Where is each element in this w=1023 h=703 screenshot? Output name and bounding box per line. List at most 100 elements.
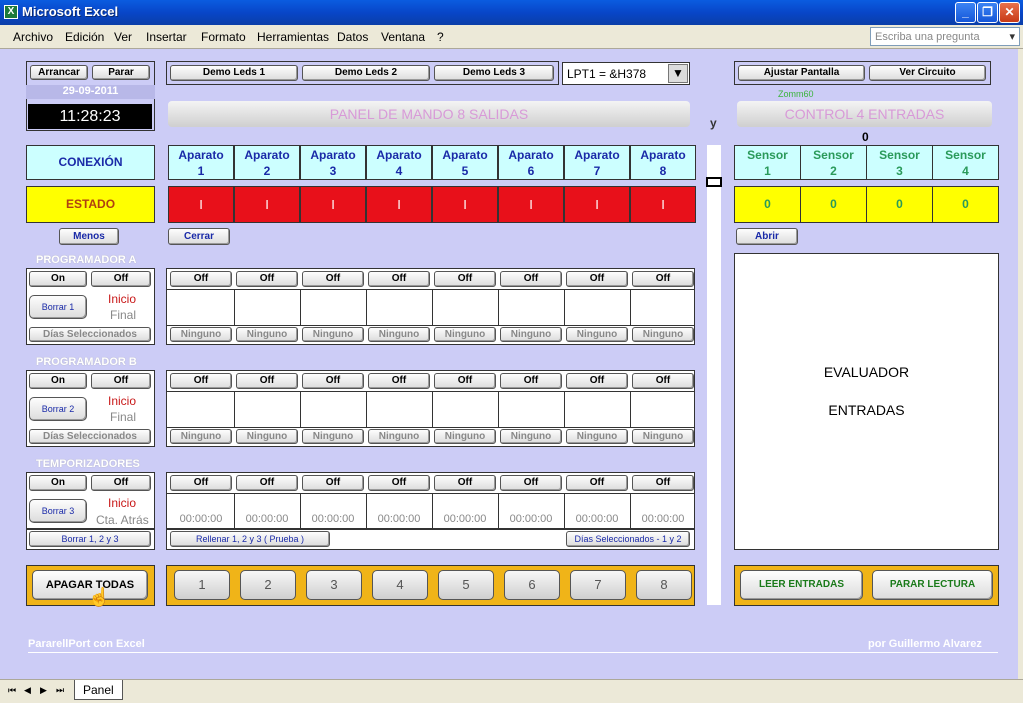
- prog_b-off-7[interactable]: Off: [566, 373, 628, 389]
- temp-off-5[interactable]: Off: [434, 475, 496, 491]
- last-sheet-icon[interactable]: ⏭: [56, 685, 64, 696]
- output-button-8[interactable]: 8: [636, 570, 692, 600]
- menu-datos[interactable]: Datos: [337, 30, 368, 44]
- prog_a-off-6[interactable]: Off: [500, 271, 562, 287]
- prog_b-off-3[interactable]: Off: [302, 373, 364, 389]
- aparato-header[interactable]: Aparato 7: [564, 145, 630, 180]
- dias-1y2-button[interactable]: Días Seleccionados - 1 y 2: [566, 531, 690, 547]
- prog_a-off-5[interactable]: Off: [434, 271, 496, 287]
- aparato-header[interactable]: Aparato 2: [234, 145, 300, 180]
- prog_b-off-8[interactable]: Off: [632, 373, 694, 389]
- prog_a-off-2[interactable]: Off: [236, 271, 298, 287]
- prev-sheet-icon[interactable]: ◀: [24, 685, 31, 696]
- demo-leds-1-button[interactable]: Demo Leds 1: [170, 65, 298, 81]
- prog_a-off-8[interactable]: Off: [632, 271, 694, 287]
- menu-ver[interactable]: Ver: [114, 30, 132, 44]
- prog_a-dias-button[interactable]: Días Seleccionados: [29, 327, 151, 342]
- aparato-state[interactable]: I: [300, 186, 366, 223]
- parar-lectura-button[interactable]: PARAR LECTURA: [872, 570, 993, 600]
- prog_a-borrar-button[interactable]: Borrar 1: [29, 295, 87, 319]
- prog_a-ninguno-3[interactable]: Ninguno: [302, 327, 364, 342]
- temp-off-2[interactable]: Off: [236, 475, 298, 491]
- prog_a-off-7[interactable]: Off: [566, 271, 628, 287]
- arrancar-button[interactable]: Arrancar: [30, 65, 88, 80]
- menu-help[interactable]: ?: [437, 30, 444, 44]
- ver-circuito-button[interactable]: Ver Circuito: [869, 65, 986, 81]
- prog_b-borrar-button[interactable]: Borrar 2: [29, 397, 87, 421]
- rellenar-button[interactable]: Rellenar 1, 2 y 3 ( Prueba ): [170, 531, 330, 547]
- prog_b-ninguno-4[interactable]: Ninguno: [368, 429, 430, 444]
- prog_b-ninguno-5[interactable]: Ninguno: [434, 429, 496, 444]
- prog_b-off-6[interactable]: Off: [500, 373, 562, 389]
- aparato-state[interactable]: I: [432, 186, 498, 223]
- temp-off-4[interactable]: Off: [368, 475, 430, 491]
- menu-formato[interactable]: Formato: [201, 30, 246, 44]
- temp-on-button[interactable]: On: [29, 475, 87, 491]
- aparato-state[interactable]: I: [366, 186, 432, 223]
- prog_b-off-5[interactable]: Off: [434, 373, 496, 389]
- output-button-1[interactable]: 1: [174, 570, 230, 600]
- menos-button[interactable]: Menos: [59, 228, 119, 245]
- prog_b-ninguno-7[interactable]: Ninguno: [566, 429, 628, 444]
- aparato-header[interactable]: Aparato 3: [300, 145, 366, 180]
- prog_a-ninguno-8[interactable]: Ninguno: [632, 327, 694, 342]
- prog_a-ninguno-2[interactable]: Ninguno: [236, 327, 298, 342]
- restore-button[interactable]: ❐: [977, 2, 998, 23]
- prog_a-off-3[interactable]: Off: [302, 271, 364, 287]
- prog_b-off-2[interactable]: Off: [236, 373, 298, 389]
- parar-button[interactable]: Parar: [92, 65, 150, 80]
- temp-borrar-button[interactable]: Borrar 3: [29, 499, 87, 523]
- prog_a-off-4[interactable]: Off: [368, 271, 430, 287]
- prog_b-ninguno-6[interactable]: Ninguno: [500, 429, 562, 444]
- first-sheet-icon[interactable]: ⏮: [8, 685, 16, 696]
- menu-edicion[interactable]: Edición: [65, 30, 104, 44]
- port-select[interactable]: LPT1 = &H378 ▼: [562, 62, 690, 85]
- close-button[interactable]: ✕: [999, 2, 1020, 23]
- aparato-state[interactable]: I: [234, 186, 300, 223]
- aparato-header[interactable]: Aparato 6: [498, 145, 564, 180]
- dropdown-arrow-icon[interactable]: ▼: [668, 64, 688, 83]
- menu-insertar[interactable]: Insertar: [146, 30, 187, 44]
- aparato-header[interactable]: Aparato 5: [432, 145, 498, 180]
- aparato-state[interactable]: I: [630, 186, 696, 223]
- prog_a-ninguno-4[interactable]: Ninguno: [368, 327, 430, 342]
- prog_b-ninguno-1[interactable]: Ninguno: [170, 429, 232, 444]
- aparato-state[interactable]: I: [168, 186, 234, 223]
- prog_b-off-1[interactable]: Off: [170, 373, 232, 389]
- demo-leds-3-button[interactable]: Demo Leds 3: [434, 65, 554, 81]
- temp-off-8[interactable]: Off: [632, 475, 694, 491]
- menu-ventana[interactable]: Ventana: [381, 30, 425, 44]
- prog_a-ninguno-5[interactable]: Ninguno: [434, 327, 496, 342]
- prog_b-off-4[interactable]: Off: [368, 373, 430, 389]
- temp-off-6[interactable]: Off: [500, 475, 562, 491]
- prog_b-on-button[interactable]: On: [29, 373, 87, 389]
- ask-question-input[interactable]: Escriba una pregunta ▾: [870, 27, 1020, 46]
- output-button-5[interactable]: 5: [438, 570, 494, 600]
- borrar-all-button[interactable]: Borrar 1, 2 y 3: [29, 531, 151, 547]
- output-button-7[interactable]: 7: [570, 570, 626, 600]
- aparato-header[interactable]: Aparato 4: [366, 145, 432, 180]
- leer-entradas-button[interactable]: LEER ENTRADAS: [740, 570, 863, 600]
- aparato-header[interactable]: Aparato 8: [630, 145, 696, 180]
- output-button-3[interactable]: 3: [306, 570, 362, 600]
- menu-herramientas[interactable]: Herramientas: [257, 30, 329, 44]
- aparato-header[interactable]: Aparato 1: [168, 145, 234, 180]
- temp-off-button[interactable]: Off: [91, 475, 151, 491]
- prog_b-ninguno-8[interactable]: Ninguno: [632, 429, 694, 444]
- divider-handle-icon[interactable]: [706, 177, 722, 187]
- prog_a-ninguno-7[interactable]: Ninguno: [566, 327, 628, 342]
- prog_b-ninguno-3[interactable]: Ninguno: [302, 429, 364, 444]
- output-button-2[interactable]: 2: [240, 570, 296, 600]
- output-button-4[interactable]: 4: [372, 570, 428, 600]
- aparato-state[interactable]: I: [498, 186, 564, 223]
- aparato-state[interactable]: I: [564, 186, 630, 223]
- output-button-6[interactable]: 6: [504, 570, 560, 600]
- prog_b-ninguno-2[interactable]: Ninguno: [236, 429, 298, 444]
- prog_b-off-button[interactable]: Off: [91, 373, 151, 389]
- cerrar-button[interactable]: Cerrar: [168, 228, 230, 245]
- prog_b-dias-button[interactable]: Días Seleccionados: [29, 429, 151, 444]
- temp-off-3[interactable]: Off: [302, 475, 364, 491]
- demo-leds-2-button[interactable]: Demo Leds 2: [302, 65, 430, 81]
- prog_a-off-1[interactable]: Off: [170, 271, 232, 287]
- minimize-button[interactable]: _: [955, 2, 976, 23]
